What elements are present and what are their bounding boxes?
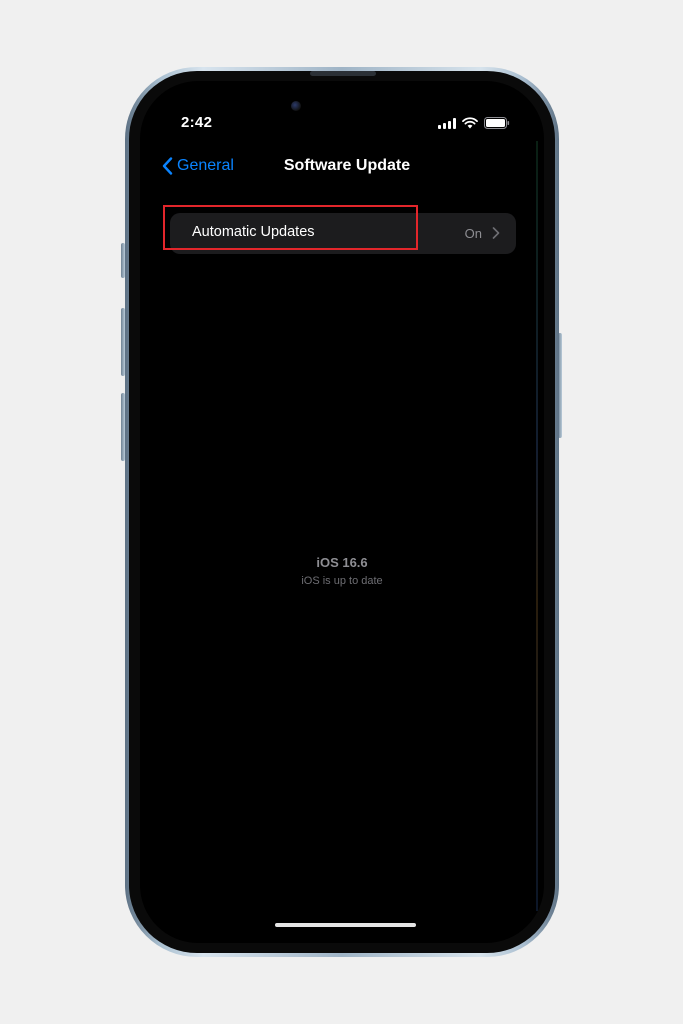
status-time: 2:42 [181,114,213,131]
chevron-right-icon [492,227,500,239]
highlight-box [163,205,418,250]
status-icons [438,116,510,130]
update-status-message: iOS is up to date [301,575,383,587]
wifi-icon [462,117,478,129]
screenshot-stage: 2:42 General Software Update Automatic U… [0,0,683,1024]
phone-frame: 2:42 General Software Update Automatic U… [125,67,559,957]
front-camera-icon [291,101,301,111]
battery-icon [484,117,510,129]
earpiece-speaker [310,71,376,76]
cellular-signal-icon [438,117,456,129]
ios-version: iOS 16.6 [316,555,368,570]
page-title: Software Update [283,157,411,174]
automatic-updates-value: On [464,226,482,241]
phone-bezel: 2:42 General Software Update Automatic U… [129,71,555,953]
screen-edge-reflection [536,141,538,911]
home-indicator[interactable] [275,923,416,927]
